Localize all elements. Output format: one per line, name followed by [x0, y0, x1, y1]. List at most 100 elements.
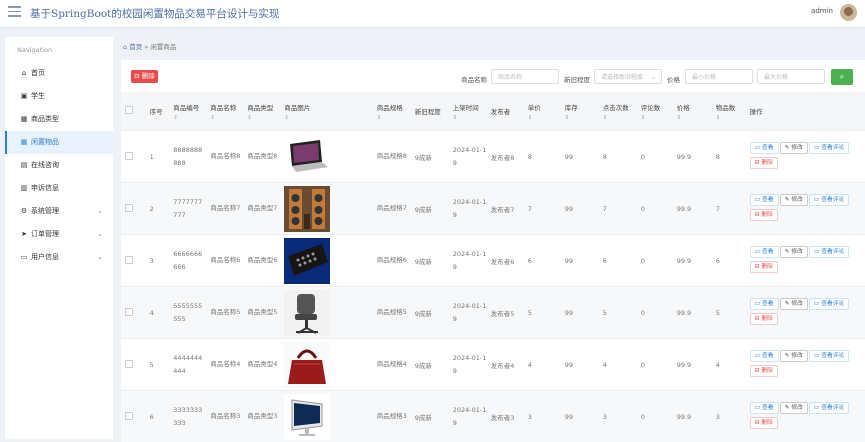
cell-value: 7777777777	[173, 198, 202, 219]
cell-value: 发布者7	[491, 206, 515, 214]
sidebar-item-label: 系统管理	[31, 207, 59, 215]
column-header[interactable]: 库存⇕	[561, 92, 599, 131]
cell-clicks: 7	[599, 183, 637, 235]
sidebar-item-idle-items[interactable]: ▦闲置物品	[5, 131, 113, 154]
sidebar-item-student[interactable]: ▣学生	[5, 85, 113, 108]
row-checkbox[interactable]	[125, 152, 133, 160]
edit-button[interactable]: ✎ 修改	[780, 402, 808, 414]
row-checkbox[interactable]	[125, 204, 133, 212]
cell-time: 2024-01-19	[449, 235, 487, 287]
menu-toggle-icon[interactable]	[8, 6, 21, 17]
avatar[interactable]	[840, 4, 857, 21]
sort-icon[interactable]: ⇕	[377, 115, 411, 121]
view-comments-button[interactable]: ▭ 查看评论	[809, 350, 850, 362]
row-checkbox[interactable]	[125, 256, 133, 264]
column-header[interactable]: 商品名称⇕	[206, 92, 243, 131]
breadcrumb-home[interactable]: ⌂ 首页	[123, 43, 142, 51]
sort-icon[interactable]: ⇕	[210, 115, 243, 121]
column-header[interactable]: 评论数⇕	[637, 92, 673, 131]
bulk-delete-button[interactable]: ⊟ 删除	[131, 70, 158, 83]
column-header[interactable]: 商品图片 ⇕	[280, 92, 372, 131]
sort-icon[interactable]: ⇕	[677, 115, 712, 121]
delete-button[interactable]: ⊟ 删除	[750, 365, 778, 377]
cell-price: 99.9	[673, 391, 712, 442]
view-button[interactable]: ▭ 查看	[750, 298, 779, 310]
column-header[interactable]: 商品规格⇕	[373, 92, 411, 131]
sidebar-item-product-type[interactable]: ▦商品类型	[5, 108, 113, 131]
delete-button[interactable]: ⊟ 删除	[750, 417, 778, 429]
edit-button[interactable]: ✎ 修改	[780, 350, 808, 362]
sidebar-item-appeal[interactable]: ▥申诉信息	[5, 177, 113, 200]
sort-icon[interactable]: ⇕	[716, 115, 746, 121]
delete-button[interactable]: ⊟ 删除	[750, 157, 778, 169]
cell-pub: 发布者5	[487, 287, 524, 339]
view-comments-button[interactable]: ▭ 查看评论	[809, 402, 850, 414]
column-header[interactable]: 单价⇕	[524, 92, 561, 131]
edit-button[interactable]: ✎ 修改	[780, 246, 808, 258]
cell-idx: 1	[146, 131, 170, 183]
view-button[interactable]: ▭ 查看	[750, 194, 779, 206]
sort-icon[interactable]: ⇕	[528, 115, 561, 121]
delete-button[interactable]: ⊟ 删除	[750, 313, 778, 325]
sort-icon[interactable]: ⇕	[284, 115, 372, 121]
cell-cond: 9成新	[411, 339, 449, 391]
delete-button[interactable]: ⊟ 删除	[750, 209, 778, 221]
cell-value: 7	[716, 205, 720, 213]
cell-value: 2	[150, 205, 154, 213]
view-comments-button[interactable]: ▭ 查看评论	[809, 298, 850, 310]
edit-button[interactable]: ✎ 修改	[780, 298, 808, 310]
column-header[interactable]: 商品类型⇕	[243, 92, 280, 131]
search-button[interactable]: ⌕	[831, 69, 853, 85]
sidebar-item-consult[interactable]: ▤在线咨询	[5, 154, 113, 177]
action-label: 查看评论	[821, 249, 844, 255]
row-select-cell	[121, 131, 146, 183]
column-header[interactable]: 商品编号⇕	[169, 92, 206, 131]
view-button[interactable]: ▭ 查看	[750, 142, 779, 154]
cell-value: 发布者6	[491, 258, 515, 266]
delete-button[interactable]: ⊟ 删除	[750, 261, 778, 273]
sidebar-item-system[interactable]: ⚙系统管理⌄	[5, 200, 113, 223]
row-select-cell	[121, 183, 146, 235]
column-header[interactable]: 物品数⇕	[712, 92, 746, 131]
name-filter-input[interactable]: 商品名称	[491, 69, 559, 84]
select-all-header[interactable]	[121, 92, 146, 131]
cell-value: 8	[603, 153, 607, 161]
edit-button[interactable]: ✎ 修改	[780, 194, 808, 206]
view-comments-button[interactable]: ▭ 查看评论	[809, 246, 850, 258]
sort-icon[interactable]: ⇕	[247, 115, 280, 121]
column-header[interactable]: 价格⇕	[673, 92, 712, 131]
sort-icon[interactable]: ⇕	[565, 115, 599, 121]
home-icon: ⌂	[20, 62, 28, 85]
view-comments-button[interactable]: ▭ 查看评论	[809, 194, 850, 206]
sidebar-item-orders[interactable]: ➤订单管理⌄	[5, 223, 113, 246]
condition-select[interactable]: 请选择新旧程度⌄	[594, 69, 662, 84]
view-button[interactable]: ▭ 查看	[750, 402, 779, 414]
column-header-label: 商品图片	[284, 104, 310, 112]
cell-clicks: 8	[599, 131, 637, 183]
username[interactable]: admin	[811, 7, 833, 15]
breadcrumb-current: 闲置商品	[150, 43, 176, 51]
row-select-cell	[121, 391, 146, 442]
cell-comments: 0	[637, 287, 673, 339]
row-checkbox[interactable]	[125, 308, 133, 316]
row-checkbox[interactable]	[125, 412, 133, 420]
sidebar-item-user-info[interactable]: ▭用户信息⌄	[5, 246, 113, 269]
view-comments-button[interactable]: ▭ 查看评论	[809, 142, 850, 154]
edit-button[interactable]: ✎ 修改	[780, 142, 808, 154]
cell-value: 99.9	[677, 205, 691, 213]
sort-icon[interactable]: ⇕	[603, 115, 637, 121]
min-price-input[interactable]: 最小价格	[685, 69, 753, 84]
max-price-input[interactable]: 最大价格	[757, 69, 825, 84]
column-header[interactable]: 点击次数⇕	[599, 92, 637, 131]
row-checkbox[interactable]	[125, 360, 133, 368]
sort-icon[interactable]: ⇕	[453, 115, 487, 121]
sidebar-item-home[interactable]: ⌂首页	[5, 62, 113, 85]
cell-value: 商品规格5	[377, 308, 407, 316]
sort-icon[interactable]: ⇕	[641, 115, 673, 121]
column-header[interactable]: 上架时间⇕	[449, 92, 487, 131]
row-actions: ▭ 查看✎ 修改▭ 查看评论 ⊟ 删除	[746, 391, 865, 442]
select-all-checkbox[interactable]	[125, 106, 133, 114]
view-button[interactable]: ▭ 查看	[750, 350, 779, 362]
sort-icon[interactable]: ⇕	[173, 115, 206, 121]
view-button[interactable]: ▭ 查看	[750, 246, 779, 258]
